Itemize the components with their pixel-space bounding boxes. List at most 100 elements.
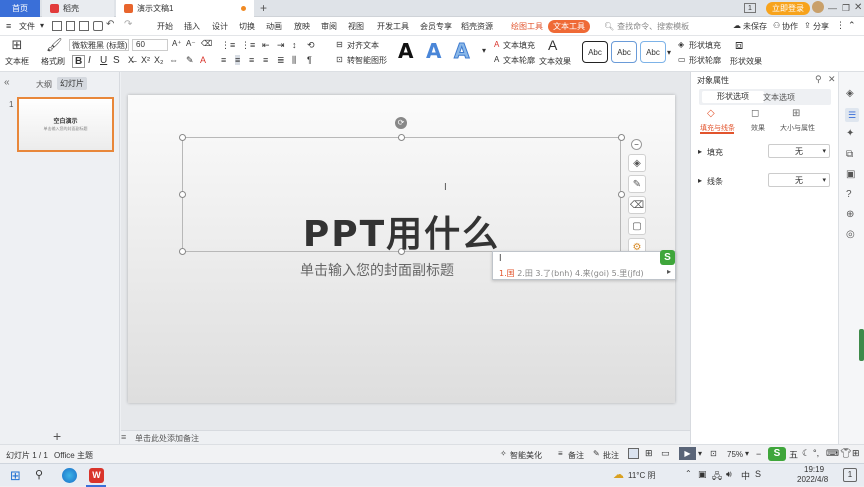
menu-file[interactable]: 文件: [19, 21, 35, 32]
windows-start-icon[interactable]: ⊞: [10, 468, 21, 484]
location-icon[interactable]: ◎: [846, 229, 855, 240]
login-button[interactable]: 立即登录: [766, 2, 810, 15]
shrink-font-icon[interactable]: A⁻: [186, 39, 196, 48]
shape-effect-button[interactable]: 形状效果: [730, 56, 762, 67]
line-select[interactable]: 无 ▾: [768, 173, 830, 187]
punctuation-icon[interactable]: °,: [813, 448, 819, 458]
textbox-button[interactable]: 文本框: [5, 56, 29, 67]
grow-font-icon[interactable]: A⁺: [172, 39, 182, 48]
wps-icon[interactable]: W: [89, 468, 104, 483]
notes-bar[interactable]: ≡ 单击此处添加备注: [121, 430, 690, 444]
new-tab-button[interactable]: +: [260, 1, 267, 15]
columns-icon[interactable]: ⫼: [292, 55, 296, 66]
smartart-button[interactable]: 转智能图形: [347, 55, 387, 66]
search-box[interactable]: 🔍︎ 查找命令、搜索模板: [604, 20, 694, 33]
theme-name[interactable]: Office 主题: [54, 450, 93, 461]
tab-outline[interactable]: 大纲: [36, 79, 52, 90]
chevron-down-icon[interactable]: ▾: [40, 21, 44, 30]
numbering-icon[interactable]: ⋮≡: [241, 40, 255, 51]
effect-icon[interactable]: ◻: [751, 108, 759, 119]
ime-candidate[interactable]: 5.里(jfd): [612, 269, 644, 278]
text-styles-more-icon[interactable]: ▾: [482, 46, 486, 55]
zoom-out-icon[interactable]: −: [756, 449, 761, 459]
menu-view[interactable]: 视图: [348, 21, 364, 32]
bold-icon[interactable]: B: [72, 55, 86, 68]
undo-icon[interactable]: ↶: [106, 19, 114, 30]
menu-transition[interactable]: 切换: [239, 21, 255, 32]
print-icon[interactable]: [79, 21, 89, 31]
resize-handle-tr[interactable]: [618, 134, 625, 141]
resize-handle-l[interactable]: [179, 191, 186, 198]
shape-style-1[interactable]: Abc: [582, 41, 608, 63]
export-icon[interactable]: [93, 21, 103, 31]
line-spacing-icon[interactable]: ↕: [292, 40, 297, 50]
zoom-level[interactable]: 75%: [727, 450, 743, 459]
pen-icon[interactable]: ✎: [628, 175, 646, 193]
restore-icon[interactable]: ❐: [842, 3, 850, 14]
frame-icon[interactable]: ▢: [628, 217, 646, 235]
text-direction-icon[interactable]: ⟲: [307, 40, 315, 51]
panel-title[interactable]: 对象属性: [697, 75, 729, 86]
tab-shape-options[interactable]: 形状选项: [702, 91, 764, 103]
collapse-ribbon-icon[interactable]: ⌃: [848, 20, 856, 31]
justify-icon[interactable]: ≡: [263, 55, 268, 65]
avatar[interactable]: [812, 1, 824, 13]
more-icon[interactable]: ⋮: [836, 20, 845, 31]
menu-drawing-tools[interactable]: 绘图工具: [511, 21, 543, 32]
clear-format-icon[interactable]: ⌫: [201, 39, 212, 48]
sogou-taskbar-icon[interactable]: S: [755, 469, 761, 479]
bullets-icon[interactable]: ⋮≡: [221, 40, 235, 51]
edge-icon[interactable]: [62, 468, 77, 483]
ime-candidate[interactable]: 4.来(goi): [575, 269, 609, 278]
minimize-icon[interactable]: —: [828, 3, 837, 13]
menu-daoke-resources[interactable]: 稻壳资源: [461, 21, 493, 32]
menu-slideshow[interactable]: 放映: [294, 21, 310, 32]
align-left-icon[interactable]: ≡: [221, 55, 226, 65]
backup-icon[interactable]: ⊕: [846, 209, 854, 220]
align-text-button[interactable]: 对齐文本: [347, 40, 379, 51]
menu-animation[interactable]: 动画: [266, 21, 282, 32]
redo-icon[interactable]: ↷: [124, 19, 132, 30]
tray-expand-icon[interactable]: ⌃: [685, 469, 692, 478]
tab-document[interactable]: 演示文稿1: [116, 0, 254, 17]
moon-icon[interactable]: ☾: [802, 448, 810, 459]
pin-icon[interactable]: ⚲: [815, 74, 822, 85]
menu-start[interactable]: 开始: [157, 21, 173, 32]
keyboard-icon[interactable]: ⌨: [826, 448, 839, 459]
textbox-icon[interactable]: ⊞: [10, 38, 24, 51]
slide-thumbnail[interactable]: 空白演示 单击输入您的封面副标题: [17, 97, 114, 152]
search-icon[interactable]: ⚲: [35, 468, 43, 481]
clock-time[interactable]: 19:19: [804, 465, 824, 474]
volume-icon[interactable]: 🔊︎: [726, 469, 732, 480]
subtab-effect[interactable]: 效果: [751, 123, 765, 133]
share-button[interactable]: 分享: [813, 21, 829, 32]
skin-icon[interactable]: 👕︎: [840, 448, 851, 459]
toolbox-icon[interactable]: ⊞: [852, 448, 860, 459]
font-color-icon[interactable]: A: [200, 55, 206, 65]
char-spacing-icon[interactable]: ⇔: [169, 55, 178, 65]
animation-icon[interactable]: ✦: [846, 128, 854, 139]
beautify-button[interactable]: 智能美化: [510, 450, 542, 461]
menu-design[interactable]: 设计: [212, 21, 228, 32]
resize-handle-tl[interactable]: [179, 134, 186, 141]
sorter-view-icon[interactable]: ⊞: [645, 448, 653, 459]
normal-view-icon[interactable]: [628, 448, 639, 459]
ime-mode-icon[interactable]: 中: [741, 469, 750, 482]
ime-next-page-icon[interactable]: ▸: [667, 267, 671, 276]
help-icon[interactable]: ?: [846, 189, 852, 200]
collab-button[interactable]: 协作: [782, 21, 798, 32]
text-style-black[interactable]: A: [398, 39, 413, 63]
comments-button[interactable]: 批注: [603, 450, 619, 461]
format-painter-icon[interactable]: 🖌︎: [46, 38, 63, 51]
resize-handle-t[interactable]: [398, 134, 405, 141]
ime-candidate[interactable]: 3.了(bnh): [535, 269, 572, 278]
transition-icon[interactable]: ⧉: [846, 149, 853, 160]
text-outline-button[interactable]: 文本轮廓: [503, 55, 535, 66]
tab-home[interactable]: 首页: [0, 0, 40, 17]
add-slide-button[interactable]: +: [53, 428, 61, 444]
ime-candidate-window[interactable]: l 1.国 2.田 3.了(bnh) 4.来(goi) 5.里(jfd) ▸: [492, 251, 676, 280]
format-painter-button[interactable]: 格式刷: [41, 56, 65, 67]
rotate-handle-icon[interactable]: ⟳: [395, 117, 407, 129]
font-name-select[interactable]: 微软雅黑 (标题): [69, 39, 129, 51]
shadow-icon[interactable]: S: [113, 55, 120, 66]
